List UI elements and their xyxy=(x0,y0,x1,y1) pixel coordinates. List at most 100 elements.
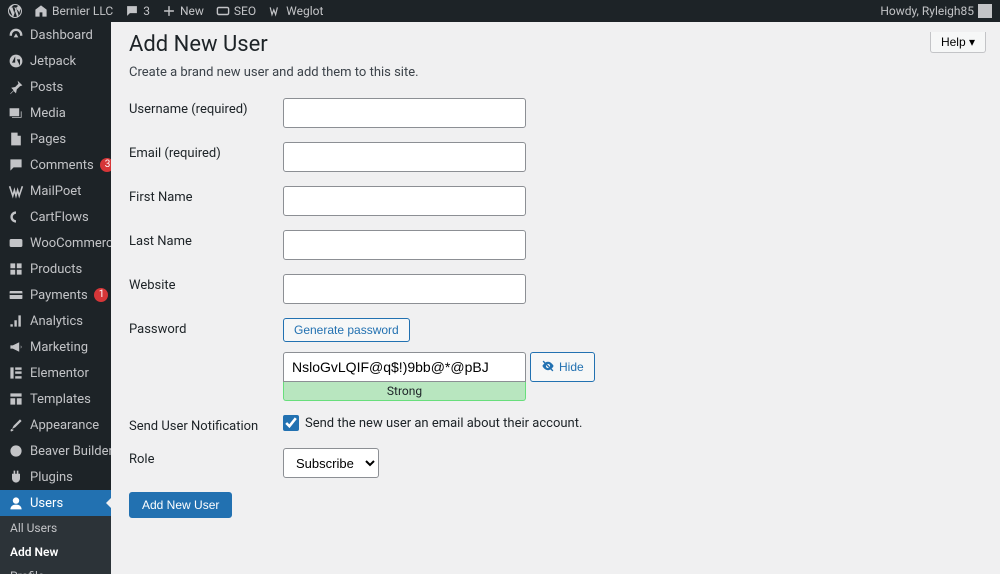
sidebar-item-products[interactable]: Products xyxy=(0,256,111,282)
sidebar-item-plugins[interactable]: Plugins xyxy=(0,464,111,490)
firstname-input[interactable] xyxy=(283,186,526,216)
sidebar-item-label: Comments xyxy=(30,158,94,173)
lastname-input[interactable] xyxy=(283,230,526,260)
sidebar-item-woocommerce[interactable]: WooCommerce xyxy=(0,230,111,256)
password-strength: Strong xyxy=(283,382,526,401)
sidebar-item-comments[interactable]: Comments 3 xyxy=(0,152,111,178)
sidebar-item-label: Jetpack xyxy=(30,54,76,69)
sidebar-item-elementor[interactable]: Elementor xyxy=(0,360,111,386)
sidebar-item-label: Dashboard xyxy=(30,28,93,43)
sidebar-item-analytics[interactable]: Analytics xyxy=(0,308,111,334)
sidebar-item-label: Appearance xyxy=(30,418,99,433)
analytics-icon xyxy=(8,313,24,329)
admin-sidebar: Dashboard Jetpack Posts Media Pages Comm… xyxy=(0,22,111,574)
mailpoet-icon xyxy=(8,183,24,199)
payments-badge: 1 xyxy=(94,288,108,302)
password-label: Password xyxy=(129,318,283,337)
sidebar-sub-profile[interactable]: Profile xyxy=(0,564,111,574)
sidebar-item-label: Elementor xyxy=(30,366,89,381)
sidebar-item-label: Marketing xyxy=(30,340,88,355)
page-icon xyxy=(8,131,24,147)
new-link[interactable]: New xyxy=(162,4,204,18)
sidebar-item-media[interactable]: Media xyxy=(0,100,111,126)
eye-off-icon xyxy=(541,359,555,376)
firstname-label: First Name xyxy=(129,186,283,205)
sidebar-sub-all-users[interactable]: All Users xyxy=(0,516,111,540)
notification-label: Send User Notification xyxy=(129,415,283,434)
templates-icon xyxy=(8,391,24,407)
generate-password-button[interactable]: Generate password xyxy=(283,318,410,342)
username-input[interactable] xyxy=(283,98,526,128)
hide-password-button[interactable]: Hide xyxy=(530,352,595,382)
plus-icon xyxy=(162,4,176,18)
email-input[interactable] xyxy=(283,142,526,172)
lastname-label: Last Name xyxy=(129,230,283,249)
brush-icon xyxy=(8,417,24,433)
sidebar-item-label: Beaver Builder xyxy=(30,444,111,459)
seo-icon xyxy=(216,4,230,18)
pin-icon xyxy=(8,79,24,95)
seo-label: SEO xyxy=(234,4,256,18)
home-icon xyxy=(34,4,48,18)
sidebar-item-payments[interactable]: Payments 1 xyxy=(0,282,111,308)
beaver-icon xyxy=(8,443,24,459)
sidebar-item-jetpack[interactable]: Jetpack xyxy=(0,48,111,74)
woocommerce-icon xyxy=(8,235,24,251)
sidebar-item-label: WooCommerce xyxy=(30,236,111,251)
site-name: Bernier LLC xyxy=(52,4,113,18)
sidebar-item-label: Analytics xyxy=(30,314,83,329)
help-button[interactable]: Help ▾ xyxy=(930,32,986,53)
sidebar-item-marketing[interactable]: Marketing xyxy=(0,334,111,360)
elementor-icon xyxy=(8,365,24,381)
sidebar-item-posts[interactable]: Posts xyxy=(0,74,111,100)
jetpack-icon xyxy=(8,53,24,69)
website-label: Website xyxy=(129,274,283,293)
weglot-icon xyxy=(268,4,282,18)
sidebar-item-dashboard[interactable]: Dashboard xyxy=(0,22,111,48)
sidebar-item-pages[interactable]: Pages xyxy=(0,126,111,152)
notification-text: Send the new user an email about their a… xyxy=(305,416,582,431)
howdy-link[interactable]: Howdy, Ryleigh85 xyxy=(880,4,992,18)
main-content: Help ▾ Add New User Create a brand new u… xyxy=(111,22,1000,574)
role-label: Role xyxy=(129,448,283,467)
sidebar-item-label: Media xyxy=(30,106,66,121)
sidebar-item-appearance[interactable]: Appearance xyxy=(0,412,111,438)
sidebar-item-label: Templates xyxy=(30,392,91,407)
username-label: Username (required) xyxy=(129,98,283,117)
site-link[interactable]: Bernier LLC xyxy=(34,4,113,18)
sidebar-item-mailpoet[interactable]: MailPoet xyxy=(0,178,111,204)
sidebar-sub-add-new[interactable]: Add New xyxy=(0,540,111,564)
role-select[interactable]: Subscriber xyxy=(283,448,379,478)
wordpress-icon xyxy=(8,4,22,18)
weglot-link[interactable]: Weglot xyxy=(268,4,323,18)
sidebar-item-label: MailPoet xyxy=(30,184,81,199)
payments-icon xyxy=(8,287,24,303)
sidebar-item-templates[interactable]: Templates xyxy=(0,386,111,412)
website-input[interactable] xyxy=(283,274,526,304)
new-label: New xyxy=(180,4,204,18)
sidebar-item-beaver[interactable]: Beaver Builder xyxy=(0,438,111,464)
wp-logo[interactable] xyxy=(8,4,22,18)
sidebar-item-users[interactable]: Users xyxy=(0,490,111,516)
sidebar-item-label: Products xyxy=(30,262,82,277)
comment-icon xyxy=(125,4,139,18)
megaphone-icon xyxy=(8,339,24,355)
notification-checkbox[interactable] xyxy=(283,415,299,431)
sidebar-item-label: CartFlows xyxy=(30,210,89,225)
avatar xyxy=(978,4,992,18)
sidebar-item-label: Payments xyxy=(30,288,88,303)
add-new-user-button[interactable]: Add New User xyxy=(129,492,232,518)
hide-label: Hide xyxy=(559,360,584,374)
sidebar-item-label: Posts xyxy=(30,80,63,95)
comments-link[interactable]: 3 xyxy=(125,4,150,18)
comments-count: 3 xyxy=(143,4,150,18)
password-input[interactable] xyxy=(283,352,526,382)
email-label: Email (required) xyxy=(129,142,283,161)
notification-checkbox-row[interactable]: Send the new user an email about their a… xyxy=(283,415,982,431)
help-label: Help xyxy=(941,35,966,49)
sidebar-item-label: Plugins xyxy=(30,470,73,485)
comments-badge: 3 xyxy=(100,158,111,172)
sidebar-item-cartflows[interactable]: CartFlows xyxy=(0,204,111,230)
seo-link[interactable]: SEO xyxy=(216,4,256,18)
sidebar-item-label: Pages xyxy=(30,132,66,147)
